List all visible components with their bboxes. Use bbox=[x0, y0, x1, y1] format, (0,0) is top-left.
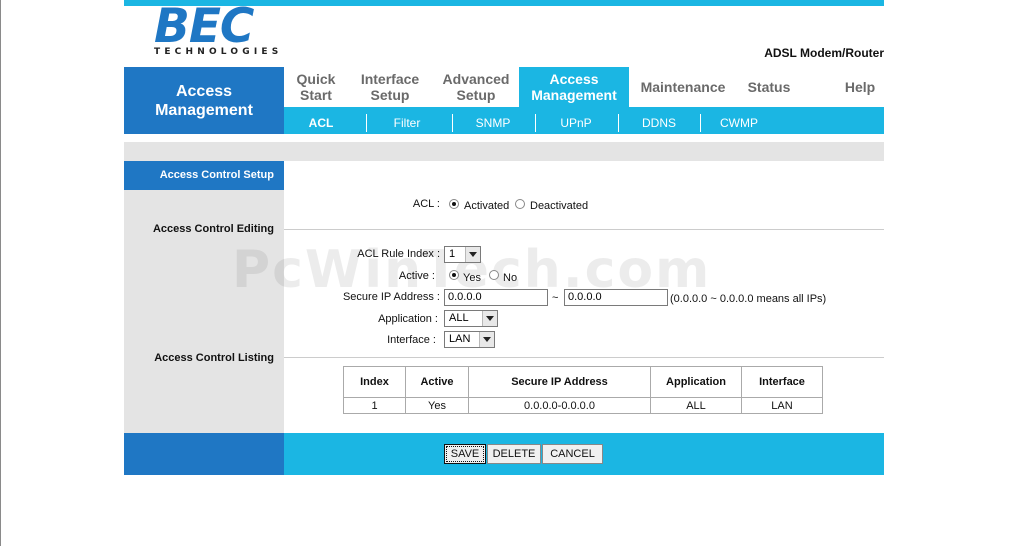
ip-range-separator: ~ bbox=[552, 292, 559, 304]
nav-label: Management bbox=[531, 87, 617, 103]
main-nav: Quick Start Interface Setup Advanced Setup … bbox=[284, 67, 884, 107]
section-divider bbox=[284, 357, 884, 358]
nav-label: Help bbox=[844, 79, 876, 95]
nav-access-management[interactable]: Access Management bbox=[519, 67, 629, 107]
nav-label: Setup bbox=[370, 87, 410, 103]
acl-deactivated-radio[interactable] bbox=[515, 199, 525, 209]
cell-secure-ip: 0.0.0.0-0.0.0.0 bbox=[468, 397, 651, 414]
nav-advanced-setup[interactable]: Advanced Setup bbox=[436, 67, 516, 107]
logo-brand: BEC bbox=[154, 0, 254, 54]
cell-active: Yes bbox=[405, 397, 469, 414]
table-row: 1 Yes 0.0.0.0-0.0.0.0 ALL LAN bbox=[343, 397, 823, 414]
subnav-divider bbox=[452, 114, 453, 132]
bec-logo: BEC TECHNOLOGIES bbox=[150, 2, 300, 60]
active-yes-label: Yes bbox=[463, 272, 481, 284]
section-title: Access Management bbox=[124, 67, 284, 134]
subnav-ddns[interactable]: DDNS bbox=[624, 113, 694, 133]
bottom-left-bar bbox=[124, 433, 284, 475]
interface-label: Interface : bbox=[387, 334, 436, 346]
access-control-editing-label: Access Control Editing bbox=[152, 223, 274, 235]
acl-deactivated-label: Deactivated bbox=[530, 200, 589, 212]
nav-label: Setup bbox=[456, 87, 496, 103]
access-control-setup-heading: Access Control Setup bbox=[124, 161, 284, 190]
secure-ip-end-input[interactable]: 0.0.0.0 bbox=[564, 289, 668, 306]
nav-label: Start bbox=[300, 87, 332, 103]
save-button[interactable]: SAVE bbox=[444, 444, 486, 464]
subnav-divider bbox=[700, 114, 701, 132]
logo-subtitle: TECHNOLOGIES bbox=[154, 47, 283, 57]
chevron-down-icon bbox=[465, 247, 480, 262]
section-title-line2: Management bbox=[155, 101, 253, 119]
application-select[interactable]: ALL bbox=[444, 310, 498, 327]
application-label: Application : bbox=[378, 313, 438, 325]
cell-interface: LAN bbox=[741, 397, 823, 414]
subnav-cwmp[interactable]: CWMP bbox=[704, 113, 774, 133]
rule-index-value: 1 bbox=[449, 248, 456, 260]
subnav-acl[interactable]: ACL bbox=[286, 113, 356, 133]
nav-interface-setup[interactable]: Interface Setup bbox=[354, 67, 426, 107]
cancel-button[interactable]: CANCEL bbox=[542, 444, 603, 464]
nav-label: Advanced bbox=[442, 71, 510, 87]
acl-label: ACL : bbox=[412, 198, 440, 210]
subnav-snmp[interactable]: SNMP bbox=[458, 113, 528, 133]
secure-ip-label: Secure IP Address : bbox=[342, 291, 440, 303]
section-title-line1: Access bbox=[175, 82, 233, 100]
window-edge bbox=[0, 0, 1, 546]
product-name: ADSL Modem/Router bbox=[764, 46, 884, 60]
active-yes-radio[interactable] bbox=[449, 270, 459, 280]
section-divider bbox=[284, 229, 884, 230]
nav-maintenance[interactable]: Maintenance bbox=[637, 67, 729, 107]
acl-activated-radio[interactable] bbox=[449, 199, 459, 209]
chevron-down-icon bbox=[482, 311, 497, 326]
delete-button[interactable]: DELETE bbox=[487, 444, 541, 464]
column-header-interface: Interface bbox=[741, 366, 823, 398]
cell-application: ALL bbox=[650, 397, 742, 414]
nav-label: Status bbox=[747, 79, 791, 95]
header-spacer-bar bbox=[124, 142, 884, 161]
access-control-listing-label: Access Control Listing bbox=[154, 352, 274, 364]
cell-index: 1 bbox=[343, 397, 406, 414]
nav-quick-start[interactable]: Quick Start bbox=[284, 67, 348, 107]
rule-index-select[interactable]: 1 bbox=[444, 246, 481, 263]
active-no-radio[interactable] bbox=[489, 270, 499, 280]
subnav-upnp[interactable]: UPnP bbox=[541, 113, 611, 133]
active-label: Active : bbox=[398, 270, 435, 282]
rule-index-label: ACL Rule Index : bbox=[357, 248, 440, 260]
column-header-active: Active bbox=[405, 366, 469, 398]
nav-label: Interface bbox=[360, 71, 420, 87]
acl-activated-label: Activated bbox=[464, 200, 510, 212]
column-header-application: Application bbox=[650, 366, 742, 398]
sub-nav: ACL Filter SNMP UPnP DDNS CWMP bbox=[284, 107, 884, 134]
subnav-divider bbox=[618, 114, 619, 132]
nav-label: Quick bbox=[296, 71, 336, 87]
nav-label: Access bbox=[549, 71, 599, 87]
secure-ip-start-input[interactable]: 0.0.0.0 bbox=[444, 289, 548, 306]
column-header-index: Index bbox=[343, 366, 406, 398]
interface-select[interactable]: LAN bbox=[444, 331, 495, 348]
table-header-row: Index Active Secure IP Address Applicati… bbox=[343, 366, 823, 398]
acl-listing-table: Index Active Secure IP Address Applicati… bbox=[343, 366, 823, 414]
chevron-down-icon bbox=[479, 332, 494, 347]
subnav-divider bbox=[535, 114, 536, 132]
subnav-divider bbox=[366, 114, 367, 132]
interface-value: LAN bbox=[449, 333, 471, 345]
column-header-secure-ip: Secure IP Address bbox=[468, 366, 651, 398]
subnav-filter[interactable]: Filter bbox=[372, 113, 442, 133]
nav-label: Maintenance bbox=[640, 79, 726, 95]
application-value: ALL bbox=[449, 312, 469, 324]
nav-status[interactable]: Status bbox=[740, 67, 798, 107]
nav-help[interactable]: Help bbox=[836, 67, 884, 107]
active-no-label: No bbox=[503, 272, 518, 284]
ip-range-hint: (0.0.0.0 ~ 0.0.0.0 means all IPs) bbox=[670, 293, 827, 305]
